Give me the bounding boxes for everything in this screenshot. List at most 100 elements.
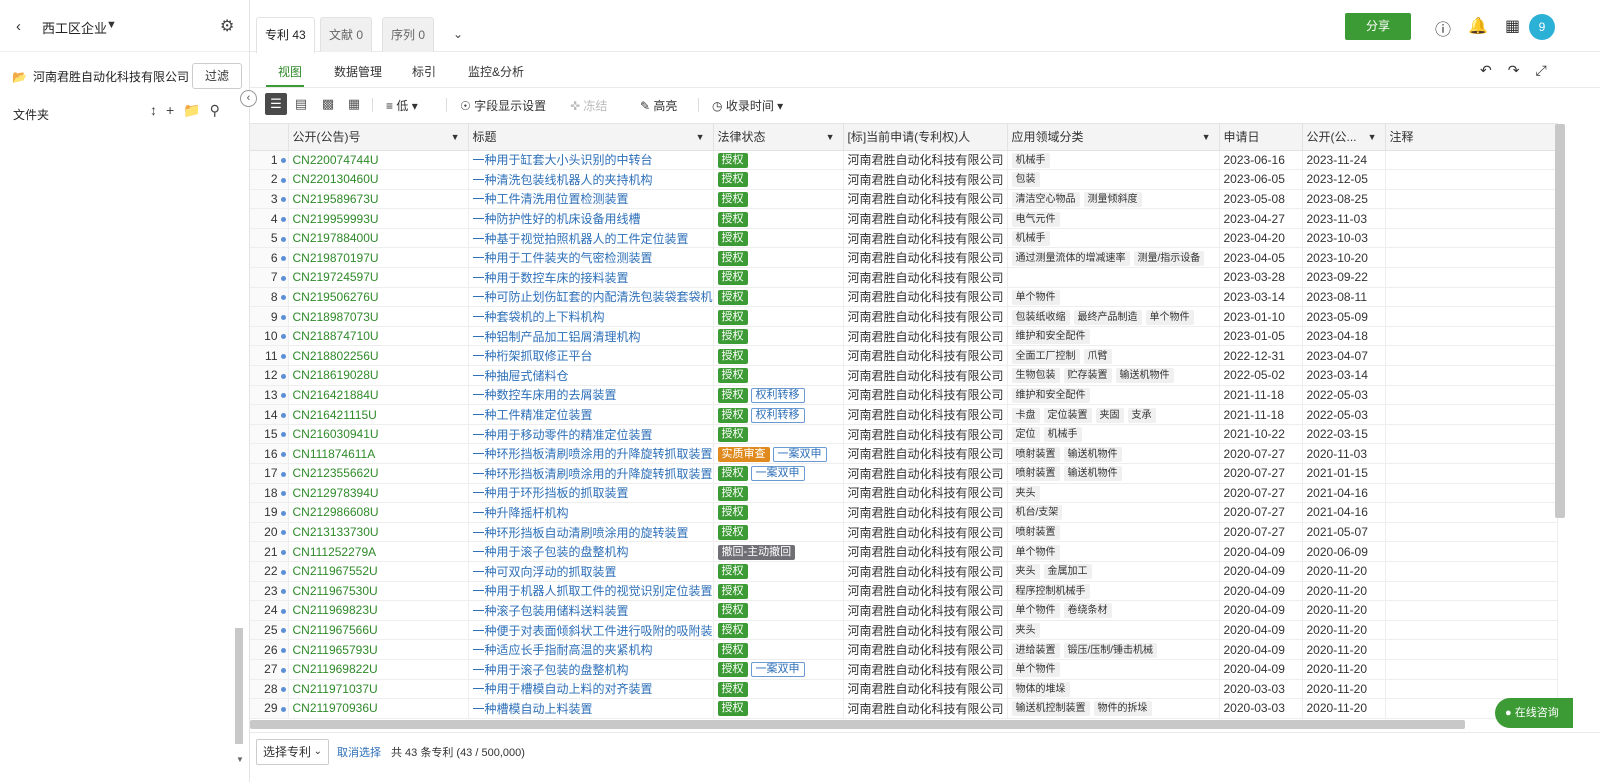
- notes-cell[interactable]: [1385, 247, 1558, 269]
- pub-number-cell[interactable]: CN212355662U: [288, 463, 469, 484]
- pub-number-cell[interactable]: CN211967566U: [288, 620, 469, 641]
- online-consult-button[interactable]: ● 在线咨询: [1495, 698, 1573, 728]
- card-view-icon[interactable]: ▦: [343, 93, 365, 115]
- title-link[interactable]: 一种工件精准定位装置: [473, 408, 593, 422]
- tab-sequences[interactable]: 序列 0: [382, 17, 435, 52]
- table-row[interactable]: 5 CN219788400U 一种基于视觉拍照机器人的工件定位装置 授权 河南君胜自动化…: [250, 228, 1558, 249]
- pub-number-link[interactable]: CN219724597U: [293, 270, 379, 284]
- pub-number-link[interactable]: CN212355662U: [293, 466, 379, 480]
- pub-number-cell[interactable]: CN212986608U: [288, 502, 469, 523]
- table-row[interactable]: 11 CN218802256U 一种桁架抓取修正平台 授权 河南君胜自动化科技有限公司全…: [250, 345, 1558, 367]
- notes-cell[interactable]: [1385, 541, 1558, 562]
- notes-cell[interactable]: [1385, 620, 1558, 641]
- table-row[interactable]: 23 CN211967530U 一种用于机器人抓取工件的视觉识别定位装置 授权 河南君胜…: [250, 581, 1558, 602]
- notes-cell[interactable]: [1385, 287, 1558, 308]
- caret-down-icon[interactable]: ▼: [106, 19, 117, 31]
- title-link[interactable]: 一种可双向浮动的抓取装置: [473, 565, 617, 579]
- highlight-button[interactable]: ✎ 高亮: [640, 97, 677, 114]
- title-cell[interactable]: 一种用于滚子包装的盘整机构: [468, 659, 714, 680]
- subtab-data-management[interactable]: 数据管理: [334, 63, 382, 80]
- avatar[interactable]: 9: [1529, 14, 1555, 40]
- pub-number-link[interactable]: CN218619028U: [293, 368, 379, 382]
- table-row[interactable]: 10 CN218874710U 一种铝制产品加工铝屑清理机构 授权 河南君胜自动化科技有…: [250, 326, 1558, 347]
- pub-number-cell[interactable]: CN211965793U: [288, 639, 469, 660]
- title-cell[interactable]: 一种环形挡板清刷喷涂用的升降旋转抓取装置: [468, 443, 714, 464]
- collapse-sidebar-icon[interactable]: ‹: [240, 90, 257, 107]
- pub-number-link[interactable]: CN219589673U: [293, 192, 379, 206]
- pub-number-cell[interactable]: CN219788400U: [288, 228, 469, 249]
- table-row[interactable]: 6 CN219870197U 一种用于工件装夹的气密检测装置 授权 河南君胜自动化科技有…: [250, 247, 1558, 269]
- pub-number-cell[interactable]: CN220074744U: [288, 150, 469, 171]
- sort-caret-icon[interactable]: ▼: [451, 132, 460, 142]
- pub-number-cell[interactable]: CN211971037U: [288, 679, 469, 700]
- cancel-selection-link[interactable]: 取消选择: [337, 744, 381, 760]
- sort-caret-icon[interactable]: ▼: [696, 132, 705, 142]
- header-application-field[interactable]: 应用领域分类 ▼: [1007, 124, 1220, 151]
- pub-number-link[interactable]: CN211967552U: [293, 564, 378, 578]
- table-row[interactable]: 2 CN220130460U 一种清洗包装线机器人的夹持机构 授权 河南君胜自动化科技有…: [250, 169, 1558, 190]
- scroll-down-icon[interactable]: ▼: [236, 755, 244, 764]
- table-row[interactable]: 19 CN212986608U 一种升降摇杆机构 授权 河南君胜自动化科技有限公司 机台/…: [250, 502, 1558, 523]
- header-pub-number[interactable]: 公开(公告)号 ▼: [288, 124, 469, 151]
- notes-cell[interactable]: [1385, 385, 1558, 406]
- table-row[interactable]: 29 CN211970936U 一种槽模自动上料装置 授权 河南君胜自动化科技有限公司输…: [250, 698, 1558, 719]
- pub-number-cell[interactable]: CN212978394U: [288, 483, 469, 504]
- title-link[interactable]: 一种清洗包装线机器人的夹持机构: [473, 173, 653, 187]
- add-icon[interactable]: +: [166, 102, 174, 119]
- header-legal-status[interactable]: 法律状态 ▼: [713, 124, 844, 151]
- notes-cell[interactable]: [1385, 326, 1558, 347]
- title-link[interactable]: 一种可防止划伤缸套的内配清洗包装袋套袋机: [473, 290, 713, 304]
- pub-number-link[interactable]: CN218874710U: [293, 329, 379, 343]
- undo-icon[interactable]: ↶: [1480, 62, 1492, 79]
- sort-icon[interactable]: ↕: [150, 102, 157, 119]
- pub-number-link[interactable]: CN212978394U: [293, 486, 379, 500]
- sort-caret-icon[interactable]: ▼: [826, 132, 835, 142]
- title-link[interactable]: 一种用于移动零件的精准定位装置: [473, 428, 653, 442]
- table-row[interactable]: 16 CN111874611A 一种环形挡板清刷喷涂用的升降旋转抓取装置 实质审查 一案…: [250, 443, 1558, 464]
- pub-number-cell[interactable]: CN213133730U: [288, 522, 469, 543]
- subtab-view[interactable]: 视图: [278, 63, 302, 80]
- pub-number-cell[interactable]: CN218802256U: [288, 345, 469, 367]
- header-notes[interactable]: 注释: [1385, 124, 1558, 151]
- title-cell[interactable]: 一种基于视觉拍照机器人的工件定位装置: [468, 228, 714, 249]
- table-row[interactable]: 18 CN212978394U 一种用于环形挡板的抓取装置 授权 河南君胜自动化科技有限…: [250, 483, 1558, 504]
- pub-number-link[interactable]: CN211970936U: [293, 701, 378, 715]
- title-cell[interactable]: 一种滚子包装用储料送料装置: [468, 600, 714, 621]
- company-folder[interactable]: 📂 河南君胜自动化科技有限公司: [12, 68, 192, 85]
- title-link[interactable]: 一种防护性好的机床设备用线槽: [473, 212, 641, 226]
- back-icon[interactable]: ‹: [16, 18, 21, 35]
- title-cell[interactable]: 一种用于机器人抓取工件的视觉识别定位装置: [468, 581, 714, 602]
- list-view-icon[interactable]: ☰: [265, 93, 287, 115]
- notes-cell[interactable]: [1385, 443, 1558, 464]
- title-link[interactable]: 一种适应长手指耐高温的夹紧机构: [473, 643, 653, 657]
- pub-number-link[interactable]: CN216421884U: [293, 388, 379, 402]
- select-patents-dropdown[interactable]: 选择专利 ⌄: [256, 739, 329, 765]
- notes-cell[interactable]: [1385, 581, 1558, 602]
- header-title[interactable]: 标题 ▼: [468, 124, 714, 151]
- share-button[interactable]: 分享: [1345, 13, 1411, 40]
- title-cell[interactable]: 一种用于槽模自动上料的对齐装置: [468, 679, 714, 700]
- notes-cell[interactable]: [1385, 679, 1558, 700]
- gear-icon[interactable]: ⚙: [220, 16, 234, 36]
- table-row[interactable]: 24 CN211969823U 一种滚子包装用储料送料装置 授权 河南君胜自动化科技有限…: [250, 600, 1558, 621]
- table-row[interactable]: 21 CN111252279A 一种用于滚子包装的盘整机构 撤回-主动撤回 河南君胜自动…: [250, 541, 1558, 562]
- title-link[interactable]: 一种用于机器人抓取工件的视觉识别定位装置: [473, 584, 713, 598]
- table-row[interactable]: 9 CN218987073U 一种套袋机的上下料机构 授权 河南君胜自动化科技有限公司包…: [250, 306, 1558, 327]
- title-cell[interactable]: 一种可双向浮动的抓取装置: [468, 561, 714, 582]
- pub-number-link[interactable]: CN211969822U: [293, 662, 378, 676]
- pub-number-cell[interactable]: CN219506276U: [288, 287, 469, 308]
- notes-cell[interactable]: [1385, 561, 1558, 582]
- title-link[interactable]: 一种用于滚子包装的盘整机构: [473, 545, 629, 559]
- pub-number-cell[interactable]: CN216030941U: [288, 424, 469, 445]
- title-link[interactable]: 一种基于视觉拍照机器人的工件定位装置: [473, 232, 689, 246]
- help-icon[interactable]: ⓘ: [1435, 16, 1451, 40]
- pub-number-cell[interactable]: CN220130460U: [288, 169, 469, 190]
- pub-number-cell[interactable]: CN219589673U: [288, 189, 469, 210]
- tab-literature[interactable]: 文献 0: [320, 17, 373, 52]
- pub-number-link[interactable]: CN219788400U: [293, 231, 379, 245]
- pub-number-link[interactable]: CN212986608U: [293, 505, 379, 519]
- pub-number-link[interactable]: CN216421115U: [293, 408, 377, 422]
- title-cell[interactable]: 一种套袋机的上下料机构: [468, 306, 714, 327]
- title-cell[interactable]: 一种环形挡板自动清刷喷涂用的旋转装置: [468, 522, 714, 543]
- title-cell[interactable]: 一种铝制产品加工铝屑清理机构: [468, 326, 714, 347]
